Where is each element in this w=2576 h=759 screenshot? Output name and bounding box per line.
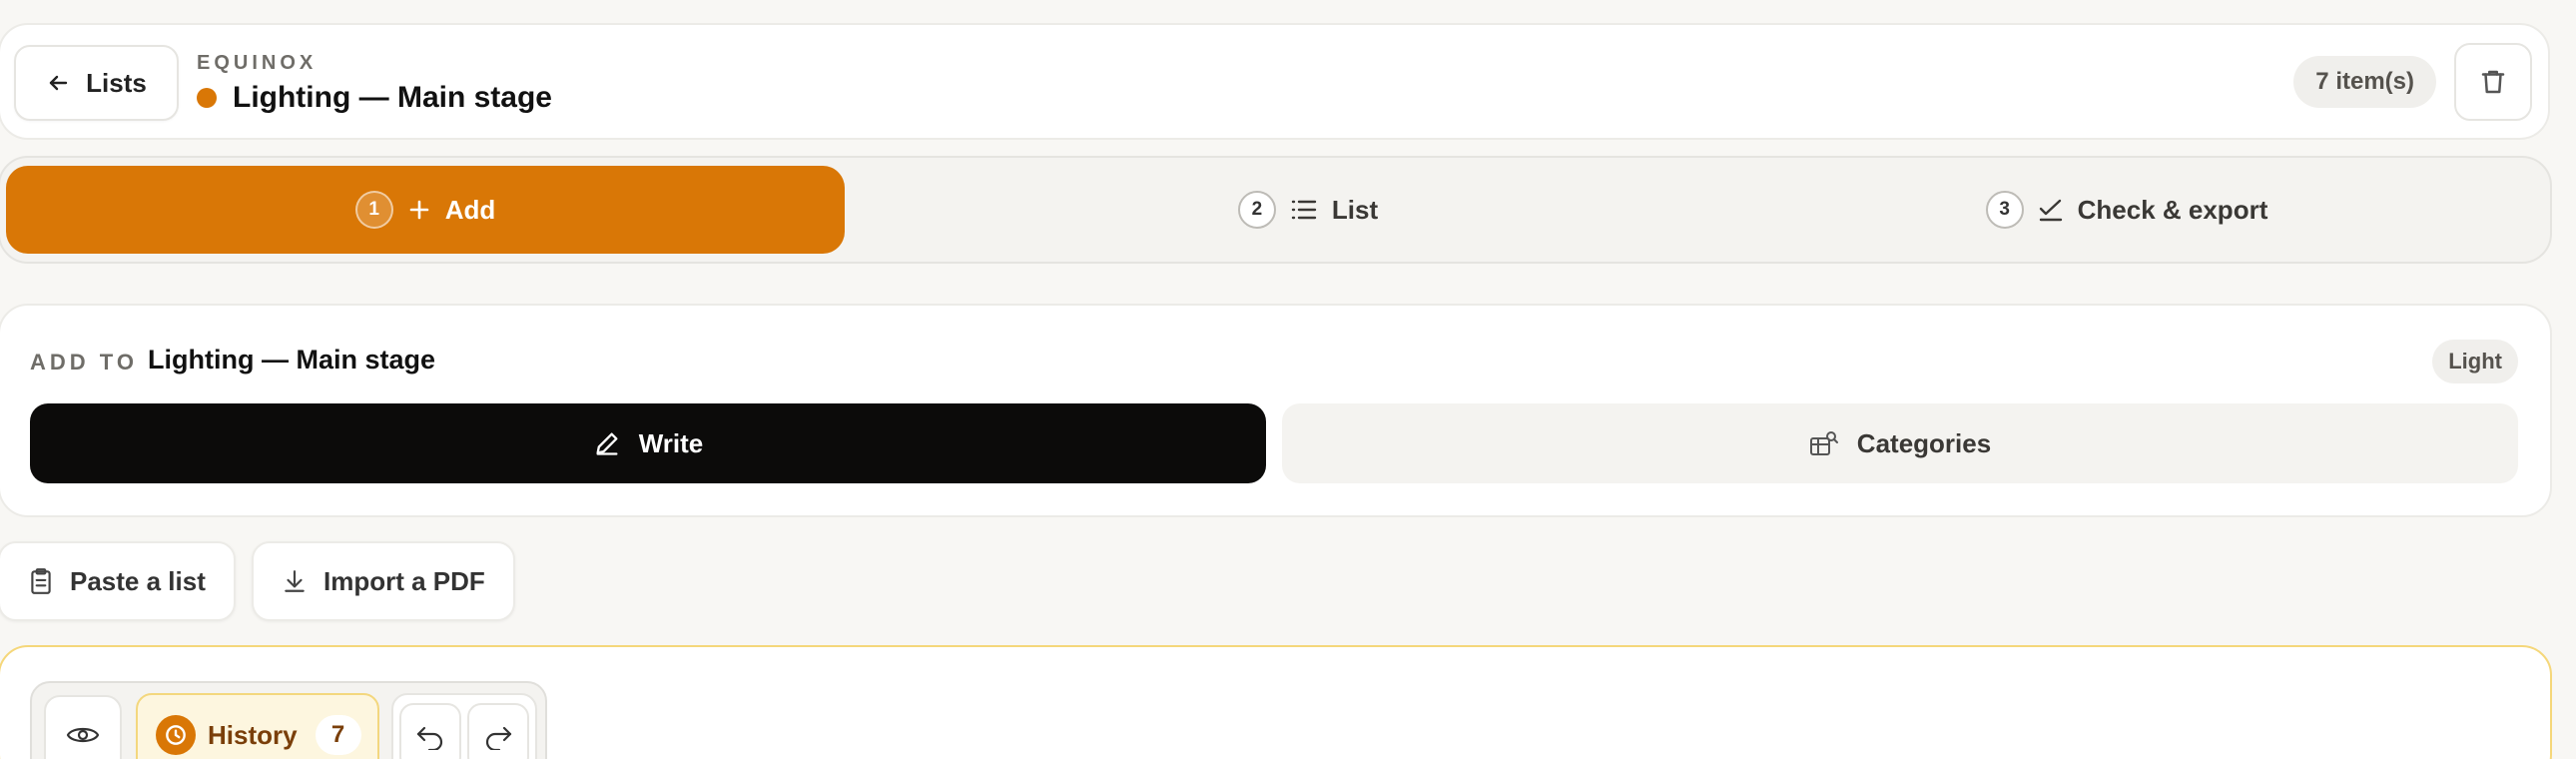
arrow-left-icon	[46, 71, 70, 95]
tab-label: List	[1331, 194, 1379, 225]
delete-list-button[interactable]	[2454, 43, 2532, 121]
preview-button[interactable]	[44, 695, 122, 759]
clipboard-icon	[28, 567, 54, 595]
action-label: Import a PDF	[323, 565, 485, 596]
step-tabs: 1 Add 2 List 3 Check & export	[0, 156, 2552, 264]
list-header: Lists EQUINOX Lighting — Main stage 7 it…	[0, 23, 2550, 140]
redo-icon	[483, 724, 513, 750]
undo-icon	[415, 724, 445, 750]
list-title: Lighting — Main stage	[233, 81, 552, 114]
check-icon	[2038, 197, 2064, 223]
project-name: EQUINOX	[197, 52, 318, 74]
categories-icon	[1809, 429, 1839, 457]
write-mode-button[interactable]: Write	[30, 403, 1266, 483]
step-number: 1	[354, 191, 393, 229]
tab-label: Check & export	[2077, 194, 2268, 225]
trash-icon	[2478, 67, 2508, 97]
tab-check-export[interactable]: 3 Check & export	[1967, 166, 2286, 254]
editor-panel: History 7	[0, 645, 2552, 759]
tab-list[interactable]: 2 List	[1188, 166, 1428, 254]
clock-icon	[156, 715, 196, 755]
page-title: Lighting — Main stage	[197, 81, 552, 115]
tab-add[interactable]: 1 Add	[6, 166, 845, 254]
undo-button[interactable]	[399, 703, 461, 759]
step-number: 3	[1985, 191, 2024, 229]
undo-redo-group	[391, 693, 537, 759]
add-to-panel: ADD TO Lighting — Main stage Light Write…	[0, 304, 2552, 517]
item-count-badge: 7 item(s)	[2293, 56, 2436, 108]
back-button-label: Lists	[86, 67, 147, 98]
redo-button[interactable]	[467, 703, 529, 759]
mode-label: Categories	[1856, 427, 1992, 458]
status-dot	[197, 88, 217, 108]
step-number: 2	[1237, 191, 1276, 229]
back-to-lists-button[interactable]: Lists	[14, 45, 179, 121]
paste-list-button[interactable]: Paste a list	[0, 541, 236, 621]
history-count-badge: 7	[315, 715, 361, 755]
mode-label: Write	[638, 427, 704, 458]
plus-icon	[407, 198, 431, 222]
download-icon	[282, 568, 308, 594]
history-label: History	[208, 719, 298, 750]
eye-icon	[66, 723, 100, 747]
categories-mode-button[interactable]: Categories	[1282, 403, 2518, 483]
import-pdf-button[interactable]: Import a PDF	[252, 541, 515, 621]
editor-toolbar: History 7	[30, 681, 547, 759]
pencil-icon	[593, 429, 621, 457]
action-label: Paste a list	[70, 565, 206, 596]
add-to-label: ADD TO	[30, 350, 138, 375]
history-button[interactable]: History 7	[136, 693, 379, 759]
add-to-target: Lighting — Main stage	[148, 345, 435, 375]
tab-label: Add	[444, 194, 496, 225]
list-icon	[1290, 197, 1318, 223]
category-badge: Light	[2432, 340, 2518, 383]
